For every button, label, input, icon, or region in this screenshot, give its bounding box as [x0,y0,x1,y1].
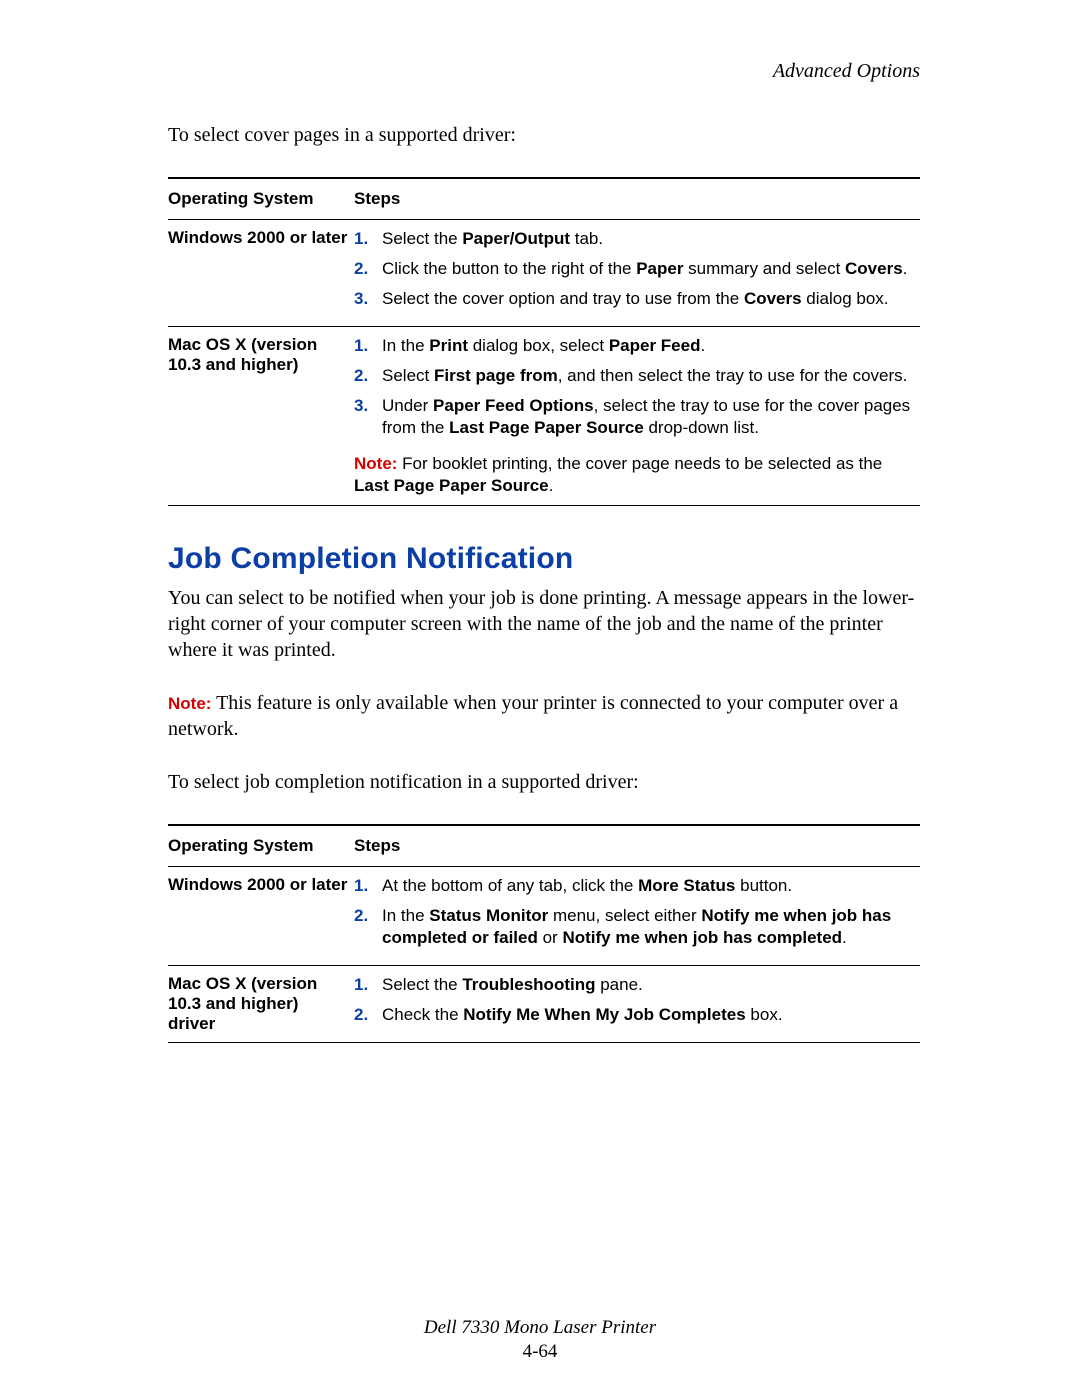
step-item: Select First page from, and then select … [376,365,914,395]
footer-product: Dell 7330 Mono Laser Printer [424,1317,656,1338]
col-steps: Steps [354,178,920,220]
steps-cell: In the Print dialog box, select Paper Fe… [354,326,920,506]
os-cell: Windows 2000 or later [168,219,354,326]
steps-cell: At the bottom of any tab, click the More… [354,867,920,966]
note-text: This feature is only available when your… [168,692,898,740]
steps-list: In the Print dialog box, select Paper Fe… [354,335,914,447]
intro-cover-pages: To select cover pages in a supported dri… [168,123,920,149]
page-footer: Dell 7330 Mono Laser Printer 4-64 [0,1317,1080,1363]
step-item: In the Print dialog box, select Paper Fe… [376,335,914,365]
table-row: Mac OS X (version 10.3 and higher) In the… [168,326,920,506]
steps-cell: Select the Troubleshooting pane.Check th… [354,966,920,1043]
page-header-section: Advanced Options [168,60,920,83]
cover-pages-table: Operating System Steps Windows 2000 or l… [168,177,920,507]
table-row: Mac OS X (version 10.3 and higher) drive… [168,966,920,1043]
step-item: Select the Troubleshooting pane. [376,974,914,1004]
step-item: At the bottom of any tab, click the More… [376,875,914,905]
table-row: Windows 2000 or later At the bottom of an… [168,867,920,966]
heading-job-completion: Job Completion Notification [168,542,920,576]
os-cell: Mac OS X (version 10.3 and higher) [168,326,354,506]
step-item: Check the Notify Me When My Job Complete… [376,1004,914,1034]
footer-page-number: 4-64 [0,1341,1080,1363]
table-row: Windows 2000 or laterSelect the Paper/Ou… [168,219,920,326]
step-item: Click the button to the right of the Pap… [376,258,914,288]
job-notification-table: Operating System Steps Windows 2000 or l… [168,824,920,1043]
col-os: Operating System [168,825,354,867]
os-cell: Windows 2000 or later [168,867,354,966]
col-steps: Steps [354,825,920,867]
step-item: Select the Paper/Output tab. [376,228,914,258]
row-note: Note: For booklet printing, the cover pa… [354,447,914,497]
intro-job-notification: To select job completion notification in… [168,770,920,796]
note-label: Note: [168,694,211,713]
job-completion-note: Note: This feature is only available whe… [168,691,920,742]
steps-list: Select the Paper/Output tab.Click the bu… [354,228,914,318]
steps-list: At the bottom of any tab, click the More… [354,875,914,957]
step-item: Under Paper Feed Options, select the tra… [376,395,914,447]
col-os: Operating System [168,178,354,220]
step-item: In the Status Monitor menu, select eithe… [376,905,914,957]
job-completion-description: You can select to be notified when your … [168,586,920,663]
step-item: Select the cover option and tray to use … [376,288,914,318]
os-cell: Mac OS X (version 10.3 and higher) drive… [168,966,354,1043]
steps-list: Select the Troubleshooting pane.Check th… [354,974,914,1034]
steps-cell: Select the Paper/Output tab.Click the bu… [354,219,920,326]
